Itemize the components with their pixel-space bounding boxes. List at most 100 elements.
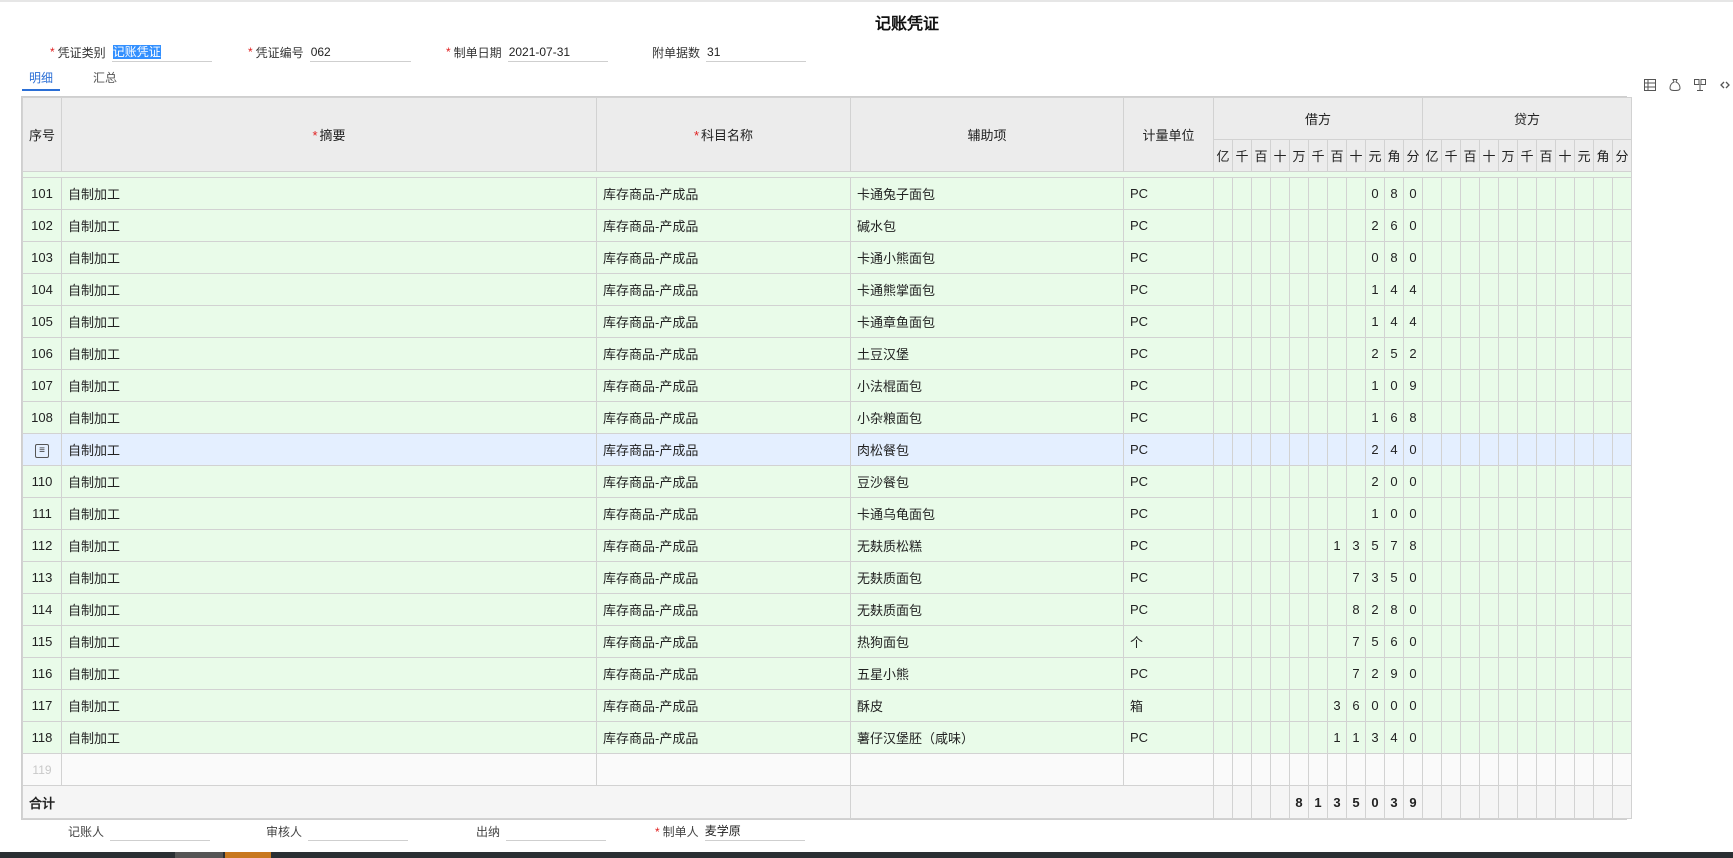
credit-digit-cell[interactable] — [1593, 369, 1614, 402]
row-unit-cell[interactable]: PC — [1123, 369, 1214, 402]
debit-digit-cell[interactable]: 0 — [1365, 241, 1385, 274]
credit-digit-cell[interactable] — [1593, 305, 1614, 338]
debit-digit-cell[interactable] — [1289, 465, 1309, 498]
row-seq-cell[interactable]: 105 — [22, 305, 62, 338]
credit-digit-cell[interactable] — [1593, 657, 1614, 690]
debit-digit-cell[interactable] — [1232, 177, 1252, 210]
debit-digit-cell[interactable]: 0 — [1384, 689, 1404, 722]
credit-digit-cell[interactable] — [1536, 305, 1557, 338]
credit-digit-cell[interactable] — [1612, 401, 1633, 434]
debit-digit-cell[interactable] — [1270, 561, 1290, 594]
credit-digit-cell[interactable] — [1498, 753, 1519, 786]
row-aux-cell[interactable]: 无麸质面包 — [850, 561, 1124, 594]
credit-digit-cell[interactable] — [1536, 273, 1557, 306]
credit-digit-cell[interactable] — [1498, 625, 1519, 658]
link-icon[interactable] — [1716, 76, 1733, 93]
debit-digit-cell[interactable] — [1251, 753, 1271, 786]
debit-digit-cell[interactable] — [1232, 337, 1252, 370]
debit-digit-cell[interactable] — [1251, 593, 1271, 626]
credit-digit-cell[interactable] — [1517, 657, 1538, 690]
credit-digit-cell[interactable] — [1612, 529, 1633, 562]
debit-digit-cell[interactable] — [1251, 305, 1271, 338]
debit-digit-cell[interactable] — [1213, 561, 1233, 594]
row-seq-cell[interactable]: 113 — [22, 561, 62, 594]
debit-digit-cell[interactable] — [1232, 433, 1252, 466]
credit-digit-cell[interactable] — [1536, 561, 1557, 594]
debit-digit-cell[interactable]: 1 — [1365, 369, 1385, 402]
credit-digit-cell[interactable] — [1555, 369, 1576, 402]
debit-digit-cell[interactable]: 8 — [1384, 177, 1404, 210]
credit-digit-cell[interactable] — [1460, 689, 1481, 722]
row-aux-cell[interactable]: 肉松餐包 — [850, 433, 1124, 466]
row-summary-cell[interactable]: 自制加工 — [61, 689, 597, 722]
voucher-type-input[interactable]: 记账凭证 — [111, 42, 212, 62]
row-unit-cell[interactable]: 个 — [1123, 625, 1214, 658]
credit-digit-cell[interactable] — [1460, 657, 1481, 690]
debit-digit-cell[interactable]: 0 — [1365, 177, 1385, 210]
row-account-cell[interactable]: 库存商品-产成品 — [596, 241, 851, 274]
table-row[interactable]: ≡ 自制加工 库存商品-产成品 肉松餐包 PC 2 4 0 — [22, 433, 1633, 466]
row-unit-cell[interactable]: PC — [1123, 209, 1214, 242]
debit-digit-cell[interactable] — [1289, 305, 1309, 338]
debit-digit-cell[interactable]: 3 — [1365, 721, 1385, 754]
row-menu-icon[interactable]: ≡ — [35, 444, 49, 458]
credit-digit-cell[interactable] — [1612, 721, 1633, 754]
debit-digit-cell[interactable] — [1346, 369, 1366, 402]
table-row[interactable]: 116 自制加工 库存商品-产成品 五星小熊 PC 7 2 9 0 — [22, 657, 1633, 690]
row-seq-cell[interactable]: 114 — [22, 593, 62, 626]
row-summary-cell[interactable]: 自制加工 — [61, 273, 597, 306]
row-seq-cell[interactable]: 112 — [22, 529, 62, 562]
credit-digit-cell[interactable] — [1517, 721, 1538, 754]
credit-digit-cell[interactable] — [1612, 657, 1633, 690]
credit-digit-cell[interactable] — [1574, 689, 1595, 722]
credit-digit-cell[interactable] — [1460, 465, 1481, 498]
debit-digit-cell[interactable]: 5 — [1365, 625, 1385, 658]
debit-digit-cell[interactable]: 4 — [1384, 273, 1404, 306]
debit-digit-cell[interactable] — [1213, 593, 1233, 626]
bookkeeper-field[interactable]: 记账人 — [68, 822, 211, 841]
credit-digit-cell[interactable] — [1555, 337, 1576, 370]
debit-digit-cell[interactable] — [1270, 625, 1290, 658]
debit-digit-cell[interactable]: 4 — [1402, 305, 1424, 338]
credit-digit-cell[interactable] — [1422, 465, 1443, 498]
row-unit-cell[interactable]: 箱 — [1123, 689, 1214, 722]
credit-digit-cell[interactable] — [1612, 273, 1633, 306]
debit-digit-cell[interactable]: 1 — [1365, 273, 1385, 306]
credit-digit-cell[interactable] — [1422, 529, 1443, 562]
debit-digit-cell[interactable]: 1 — [1346, 721, 1366, 754]
row-seq-cell[interactable]: 110 — [22, 465, 62, 498]
credit-digit-cell[interactable] — [1460, 273, 1481, 306]
debit-digit-cell[interactable] — [1213, 273, 1233, 306]
credit-digit-cell[interactable] — [1479, 273, 1500, 306]
row-seq-cell[interactable]: 101 — [22, 177, 62, 210]
debit-digit-cell[interactable] — [1213, 209, 1233, 242]
debit-digit-cell[interactable] — [1308, 529, 1328, 562]
maker-field[interactable]: * 制单人 麦学原 — [655, 822, 805, 841]
row-account-cell[interactable]: 库存商品-产成品 — [596, 529, 851, 562]
maker-input[interactable]: 麦学原 — [704, 822, 805, 841]
row-summary-cell[interactable]: 自制加工 — [61, 241, 597, 274]
credit-digit-cell[interactable] — [1498, 689, 1519, 722]
debit-digit-cell[interactable]: 8 — [1384, 241, 1404, 274]
credit-digit-cell[interactable] — [1612, 177, 1633, 210]
debit-digit-cell[interactable] — [1402, 753, 1424, 786]
debit-digit-cell[interactable] — [1327, 337, 1347, 370]
credit-digit-cell[interactable] — [1479, 689, 1500, 722]
debit-digit-cell[interactable] — [1289, 657, 1309, 690]
cashier-input[interactable] — [506, 822, 607, 841]
debit-digit-cell[interactable]: 9 — [1384, 657, 1404, 690]
row-summary-cell[interactable]: 自制加工 — [61, 657, 597, 690]
debit-digit-cell[interactable]: 2 — [1365, 657, 1385, 690]
debit-digit-cell[interactable] — [1308, 465, 1328, 498]
credit-digit-cell[interactable] — [1441, 689, 1462, 722]
debit-digit-cell[interactable] — [1289, 401, 1309, 434]
credit-digit-cell[interactable] — [1593, 625, 1614, 658]
row-unit-cell[interactable]: PC — [1123, 657, 1214, 690]
table-row[interactable]: 118 自制加工 库存商品-产成品 薯仔汉堡胚（咸味） PC 1 1 3 4 0 — [22, 721, 1633, 754]
debit-digit-cell[interactable] — [1289, 689, 1309, 722]
credit-digit-cell[interactable] — [1612, 305, 1633, 338]
debit-digit-cell[interactable] — [1308, 209, 1328, 242]
row-seq-cell[interactable]: ≡ — [22, 433, 62, 466]
debit-digit-cell[interactable]: 7 — [1346, 561, 1366, 594]
table-row[interactable]: 110 自制加工 库存商品-产成品 豆沙餐包 PC 2 0 0 — [22, 465, 1633, 498]
